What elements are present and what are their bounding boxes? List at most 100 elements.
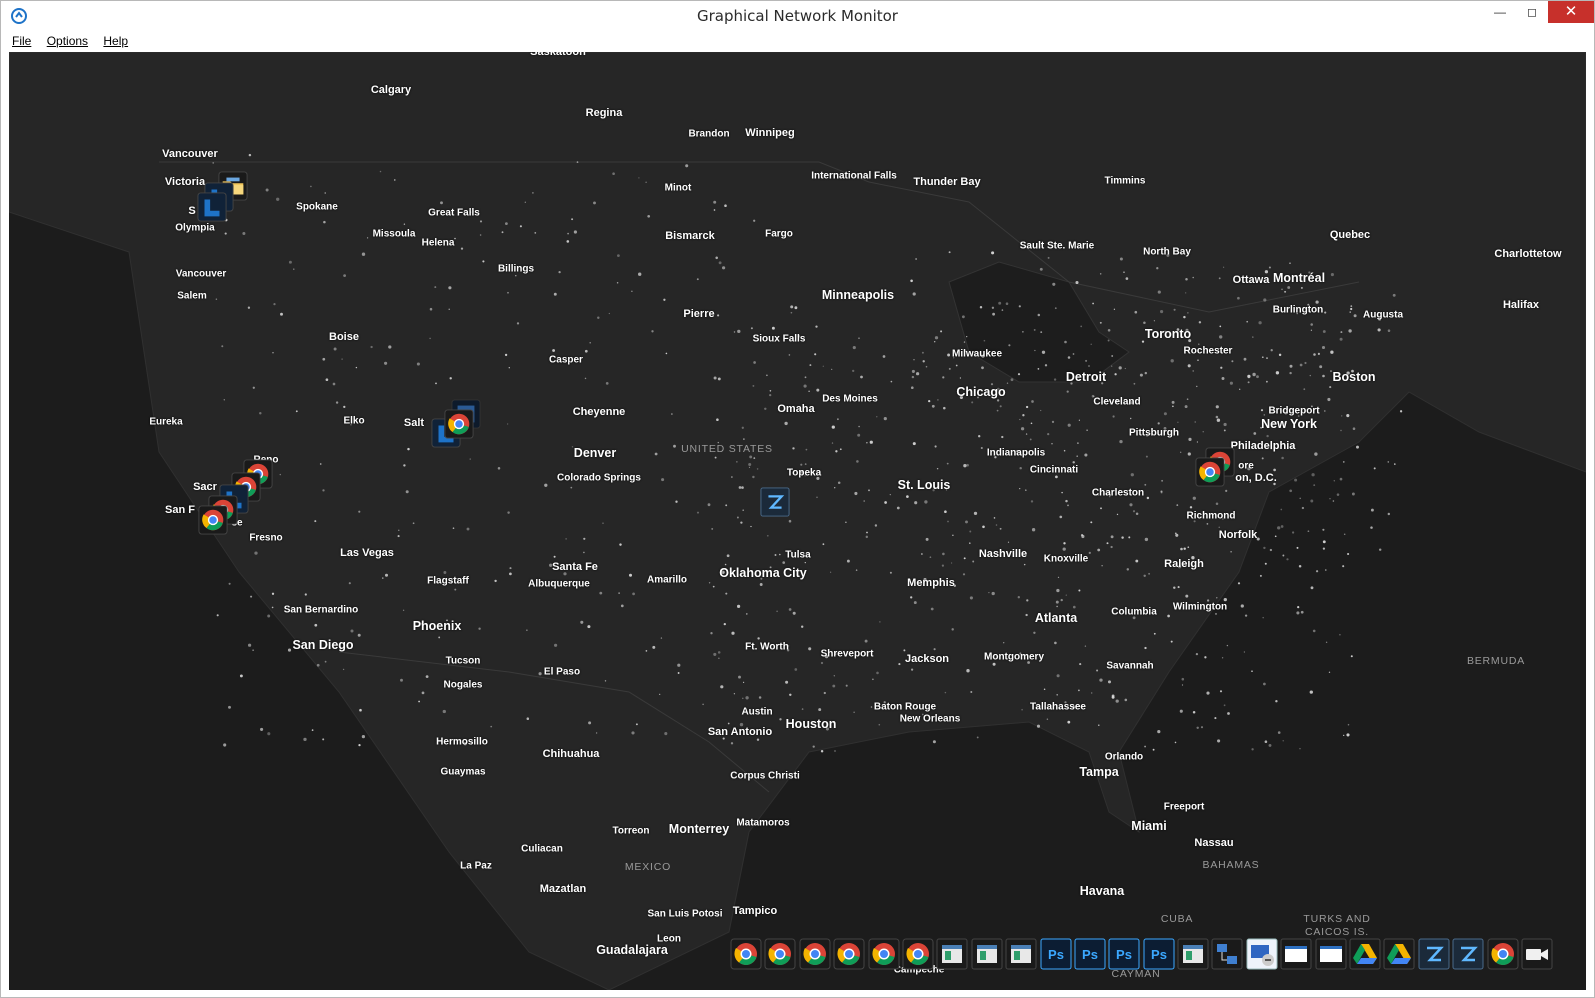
- city-label: Tallahassee: [1030, 701, 1086, 713]
- maximize-button[interactable]: ◻: [1516, 1, 1548, 23]
- map-marker-network-app-icon[interactable]: [197, 192, 227, 222]
- city-label: Victoria: [164, 176, 206, 188]
- city-label: Missoula: [372, 228, 416, 240]
- city-label: Olympia: [175, 222, 215, 234]
- city-label: Oklahoma City: [719, 566, 807, 580]
- city-label: Winnipeg: [745, 127, 795, 139]
- city-label: New York: [1261, 417, 1317, 431]
- taskbar-network-connections-icon[interactable]: [1211, 938, 1243, 970]
- taskbar-google-drive-icon[interactable]: [1349, 938, 1381, 970]
- taskbar-chrome-icon[interactable]: [902, 938, 934, 970]
- city-label: Nogales: [443, 679, 483, 691]
- city-label: Pierre: [683, 308, 715, 320]
- taskbar-chrome-icon[interactable]: [730, 938, 762, 970]
- country-label: BAHAMAS: [1202, 859, 1260, 871]
- city-label: Tulsa: [785, 549, 811, 561]
- taskbar-photoshop-icon[interactable]: Ps: [1040, 938, 1072, 970]
- city-label: Flagstaff: [427, 575, 469, 587]
- city-label: Orlando: [1104, 751, 1144, 763]
- taskbar-chrome-icon[interactable]: [799, 938, 831, 970]
- city-label: Houston: [785, 717, 837, 731]
- country-label: BERMUDA: [1466, 655, 1526, 667]
- city-label: Great Falls: [428, 207, 480, 219]
- city-label: Guadalajara: [596, 943, 668, 957]
- taskbar-window-app-icon[interactable]: [1177, 938, 1209, 970]
- city-label: Vancouver: [162, 148, 218, 160]
- taskbar-photoshop-icon[interactable]: Ps: [1074, 938, 1106, 970]
- city-label: Chihuahua: [542, 748, 600, 760]
- city-label: Vancouver: [175, 268, 227, 280]
- city-label: Atlanta: [1034, 611, 1078, 625]
- city-label: Tampa: [1079, 765, 1119, 779]
- city-label: San Bernardino: [283, 604, 359, 616]
- city-label: Rochester: [1183, 345, 1233, 357]
- city-label: Sacr: [193, 481, 217, 493]
- title-bar[interactable]: Graphical Network Monitor — ◻ ✕: [1, 1, 1594, 31]
- menu-bar: File Options Help: [1, 31, 1594, 51]
- taskbar-blank-window-icon[interactable]: [1315, 938, 1347, 970]
- city-label: Phoenix: [412, 619, 462, 633]
- taskbar-window-app-icon[interactable]: [936, 938, 968, 970]
- city-label: Fresno: [249, 532, 283, 544]
- taskbar-window-app-icon[interactable]: [971, 938, 1003, 970]
- taskbar-photoshop-icon[interactable]: Ps: [1143, 938, 1175, 970]
- taskbar-chrome-icon[interactable]: [833, 938, 865, 970]
- city-label: Mazatlan: [539, 883, 587, 895]
- city-label: Indianapolis: [986, 447, 1046, 459]
- city-label: El Paso: [543, 666, 581, 678]
- taskbar-remote-desktop-icon[interactable]: [1246, 938, 1278, 970]
- city-label: Culiacan: [521, 843, 563, 855]
- city-label: Denver: [573, 446, 617, 460]
- city-label: Casper: [549, 354, 583, 366]
- city-label: Savannah: [1106, 660, 1154, 672]
- city-label: Columbia: [1111, 606, 1157, 618]
- city-label: North Bay: [1143, 246, 1191, 258]
- network-map[interactable]: UNITED STATES MEXICO BERMUDA BAHAMAS CUBA TUR…: [9, 52, 1586, 990]
- window-title: Graphical Network Monitor: [697, 7, 898, 25]
- taskbar-google-drive-icon[interactable]: [1383, 938, 1415, 970]
- menu-file[interactable]: File: [12, 31, 31, 51]
- map-marker-chrome-icon[interactable]: [198, 505, 228, 535]
- city-label: Brandon: [688, 128, 730, 140]
- city-label: Billings: [497, 263, 535, 275]
- svg-text:Ps: Ps: [1048, 947, 1064, 962]
- map-marker-stream-app-icon[interactable]: [760, 487, 790, 517]
- taskbar-photoshop-icon[interactable]: Ps: [1108, 938, 1140, 970]
- menu-options[interactable]: Options: [47, 31, 88, 51]
- taskbar-blank-window-icon[interactable]: [1280, 938, 1312, 970]
- country-label: CAICOS IS.: [1304, 926, 1370, 938]
- city-label: Timmins: [1104, 175, 1146, 187]
- taskbar-stream-app-icon[interactable]: [1452, 938, 1484, 970]
- map-marker-chrome-icon[interactable]: [1195, 457, 1225, 487]
- city-label: Albuquerque: [528, 578, 590, 590]
- minimize-button[interactable]: —: [1484, 1, 1516, 23]
- city-label: Bismarck: [665, 230, 715, 242]
- city-label: New Orleans: [899, 713, 961, 725]
- city-label: Knoxville: [1043, 553, 1089, 565]
- city-label: Ottawa: [1232, 274, 1270, 286]
- taskbar-window-app-icon[interactable]: [1005, 938, 1037, 970]
- taskbar-chrome-icon[interactable]: [1487, 938, 1519, 970]
- taskbar-chrome-icon[interactable]: [868, 938, 900, 970]
- city-label: Memphis: [907, 577, 955, 589]
- map-marker-chrome-icon[interactable]: [444, 409, 474, 439]
- city-label: Fargo: [765, 228, 793, 240]
- menu-help[interactable]: Help: [103, 31, 128, 51]
- close-button[interactable]: ✕: [1548, 1, 1594, 23]
- taskbar-video-camera-icon[interactable]: [1521, 938, 1553, 970]
- city-label: San Diego: [292, 638, 354, 652]
- taskbar-chrome-icon[interactable]: [764, 938, 796, 970]
- taskbar-stream-app-icon[interactable]: [1418, 938, 1450, 970]
- city-label: La Paz: [460, 860, 492, 872]
- city-label: Elko: [343, 415, 365, 427]
- city-label: on, D.C.: [1235, 472, 1277, 484]
- city-label: Boise: [329, 331, 359, 343]
- country-label: MEXICO: [624, 861, 672, 873]
- city-label: Amarillo: [646, 574, 688, 586]
- city-label: Baton Rouge: [873, 701, 937, 713]
- city-label: Ft. Worth: [745, 641, 789, 653]
- city-label: Freeport: [1163, 801, 1205, 813]
- city-label: Halifax: [1502, 299, 1540, 311]
- app-window: Graphical Network Monitor — ◻ ✕ File Opt…: [0, 0, 1595, 998]
- city-label: Matamoros: [736, 817, 790, 829]
